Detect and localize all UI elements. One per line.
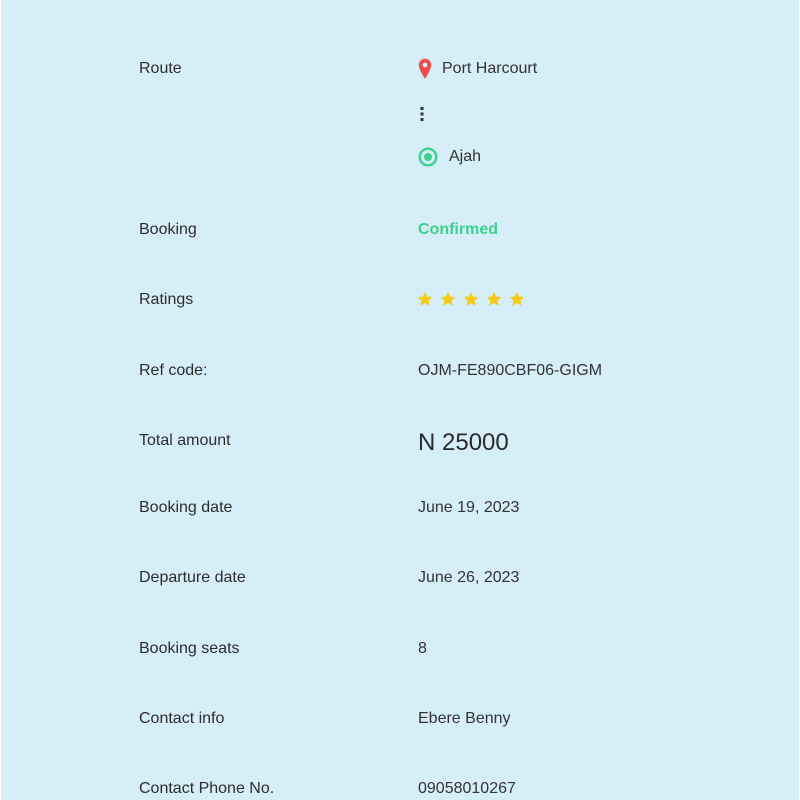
star-icon: [486, 291, 502, 306]
status-badge: Confirmed: [418, 221, 498, 238]
ref-code-label: Ref code:: [139, 362, 208, 379]
route-destination-text: Ajah: [449, 148, 482, 165]
booking-seats-label: Booking seats: [139, 640, 240, 657]
booking-date-value: June 19, 2023: [418, 499, 520, 516]
route-origin-text: Port Harcourt: [442, 60, 538, 77]
booking-details-panel: Route Port Harcourt Ajah Booking Confirm…: [1, 0, 799, 800]
departure-date-label: Departure date: [139, 569, 246, 586]
contact-info-value: Ebere Benny: [418, 710, 511, 727]
contact-phone-label: Contact Phone No.: [139, 780, 275, 797]
route-origin: Port Harcourt: [418, 57, 537, 81]
route-dots-icon: [420, 107, 424, 121]
booking-label: Booking: [139, 221, 197, 238]
contact-info-label: Contact info: [139, 710, 225, 727]
route-label: Route: [139, 60, 182, 77]
booking-seats-value: 8: [418, 640, 427, 657]
total-amount-value: N 25000: [418, 429, 509, 456]
star-icon: [417, 291, 433, 306]
star-rating: [416, 290, 526, 308]
total-amount-label: Total amount: [139, 432, 231, 449]
contact-phone-value: 09058010267: [418, 780, 516, 797]
ratings-label: Ratings: [139, 291, 194, 308]
departure-date-value: June 26, 2023: [418, 569, 520, 586]
star-icon: [440, 291, 456, 306]
booking-date-label: Booking date: [139, 499, 233, 516]
map-pin-icon: [418, 58, 432, 79]
star-icon: [463, 291, 479, 306]
ref-code-value: OJM-FE890CBF06-GIGM: [418, 362, 603, 379]
route-destination: Ajah: [418, 145, 481, 169]
star-icon: [509, 291, 525, 306]
target-circle-icon: [418, 147, 438, 167]
